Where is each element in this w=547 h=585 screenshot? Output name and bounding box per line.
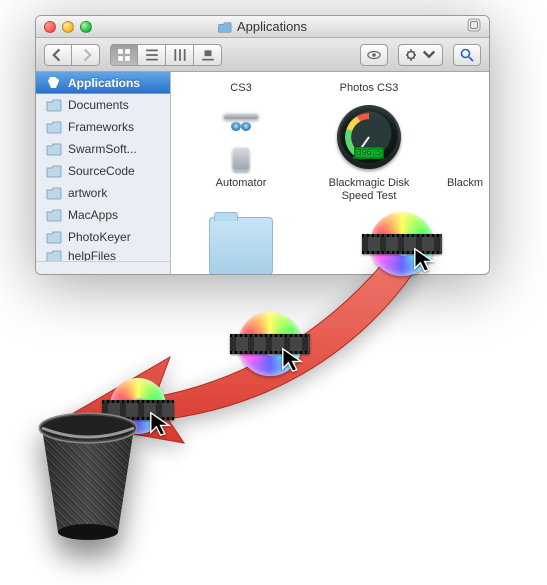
sidebar-item-label: PhotoKeyer: [68, 230, 131, 244]
sidebar-item-label: MacApps: [68, 208, 118, 222]
cursor-3: [148, 410, 176, 438]
app-label: Automator: [191, 177, 291, 190]
nav-buttons: [44, 44, 100, 66]
cursor-icon: [148, 410, 176, 438]
eye-icon: [367, 48, 381, 62]
applications-icon: [46, 75, 62, 91]
app-label: CS3: [191, 82, 291, 95]
gear-icon: [405, 48, 419, 62]
app-item-automator[interactable]: Automator: [191, 101, 291, 203]
toolbar-toggle-button[interactable]: [467, 18, 481, 32]
window-title: Applications: [36, 19, 489, 34]
action-menu-button[interactable]: [398, 44, 443, 66]
folder-icon: [46, 207, 62, 223]
folder-icon: [46, 119, 62, 135]
gauge-lcd: 396.5: [354, 147, 384, 159]
app-item-photos-cs3[interactable]: Photos CS3: [319, 72, 419, 95]
chevron-left-icon: [51, 48, 65, 62]
gauge-icon: 396.5: [333, 101, 405, 173]
cursor-icon: [280, 346, 308, 374]
finder-window: Applications: [35, 15, 490, 275]
minimize-button[interactable]: [62, 21, 74, 33]
forward-button[interactable]: [72, 44, 100, 66]
quick-look-button[interactable]: [360, 44, 388, 66]
sidebar-item-label: Documents: [68, 98, 129, 112]
app-item-folder[interactable]: [191, 209, 291, 274]
coverflow-icon: [201, 48, 215, 62]
cursor-2: [280, 346, 308, 374]
applications-folder-icon: [218, 20, 232, 34]
app-item-blackmagic-disk-speed-test[interactable]: 396.5 Blackmagic Disk Speed Test: [319, 101, 419, 203]
back-button[interactable]: [44, 44, 72, 66]
sidebar-item-swarmsoft[interactable]: SwarmSoft...: [36, 138, 170, 160]
automator-icon: [205, 101, 277, 173]
sidebar-item-label: artwork: [68, 186, 107, 200]
grid-icon: [117, 48, 131, 62]
folder-icon: [46, 229, 62, 245]
app-item-cs3[interactable]: CS3: [191, 72, 291, 95]
sidebar-item-documents[interactable]: Documents: [36, 94, 170, 116]
cursor-icon: [412, 246, 440, 274]
sidebar-item-macapps[interactable]: MacApps: [36, 204, 170, 226]
sidebar-item-label: SourceCode: [68, 164, 135, 178]
app-label: Blackmagic Disk Speed Test: [319, 177, 419, 203]
chevron-right-icon: [79, 48, 93, 62]
columns-icon: [173, 48, 187, 62]
list-icon: [145, 48, 159, 62]
cursor-1: [412, 246, 440, 274]
sidebar-item-sourcecode[interactable]: SourceCode: [36, 160, 170, 182]
content-area[interactable]: CS3 Photos CS3 Automator 396.5: [171, 72, 489, 274]
view-mode-buttons: [110, 44, 222, 66]
arrow-icon: [60, 225, 440, 445]
sidebar: Applications Documents Frameworks SwarmS…: [36, 72, 171, 274]
folder-icon: [46, 163, 62, 179]
titlebar[interactable]: Applications: [36, 16, 489, 38]
sidebar-item-applications[interactable]: Applications: [36, 72, 170, 94]
drag-arrow-illustration: [60, 225, 440, 445]
folder-icon: [46, 141, 62, 157]
search-icon: [460, 48, 474, 62]
sidebar-item-frameworks[interactable]: Frameworks: [36, 116, 170, 138]
sidebar-item-label: Frameworks: [68, 120, 134, 134]
column-view-button[interactable]: [166, 44, 194, 66]
sidebar-item-label: helpFiles: [68, 249, 116, 263]
sidebar-item-label: Applications: [68, 76, 140, 90]
sidebar-item-helpfiles[interactable]: helpFiles: [36, 248, 170, 262]
folder-icon: [46, 185, 62, 201]
dragged-item-1: [370, 212, 434, 276]
sidebar-item-label: SwarmSoft...: [68, 142, 137, 156]
coverflow-view-button[interactable]: [194, 44, 222, 66]
dragged-item-2: [238, 312, 302, 376]
dragged-item-3: [110, 378, 166, 434]
folder-icon: [46, 97, 62, 113]
folder-icon: [205, 209, 277, 274]
app-label: Blackm: [447, 177, 477, 190]
toolbar: [36, 38, 489, 72]
close-button[interactable]: [44, 21, 56, 33]
folder-icon: [46, 248, 62, 262]
zoom-button[interactable]: [80, 21, 92, 33]
sidebar-item-artwork[interactable]: artwork: [36, 182, 170, 204]
sidebar-item-photokeyer[interactable]: PhotoKeyer: [36, 226, 170, 248]
list-view-button[interactable]: [138, 44, 166, 66]
trash-icon[interactable]: [28, 400, 148, 550]
icon-view-button[interactable]: [110, 44, 138, 66]
app-item-blackmagic-cut[interactable]: Blackm: [447, 101, 477, 203]
search-button[interactable]: [453, 44, 481, 66]
chevron-down-icon: [422, 48, 436, 62]
app-label: Photos CS3: [319, 82, 419, 95]
